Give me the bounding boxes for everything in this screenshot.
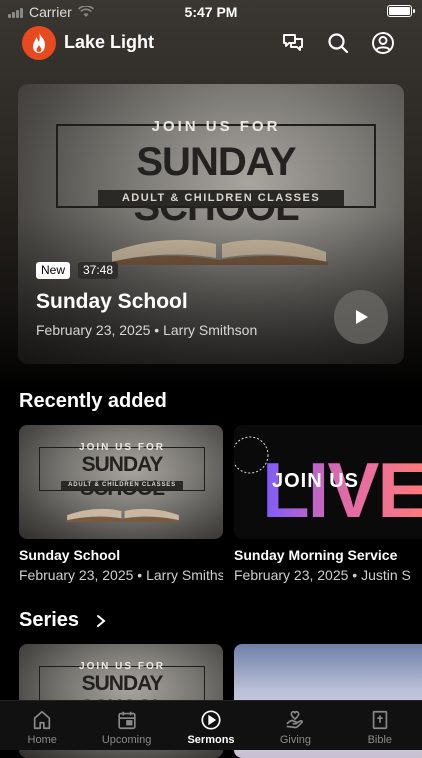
- status-bar: Carrier 5:47 PM: [0, 0, 422, 24]
- search-icon[interactable]: [326, 31, 350, 55]
- tab-label: Upcoming: [101, 734, 152, 746]
- calendar-icon: [117, 711, 136, 730]
- sermon-card-title: Sunday Morning Service: [234, 547, 398, 563]
- recently-added-title: Recently added: [19, 390, 167, 412]
- sermon-card-meta: February 23, 2025 • Larry Smithson: [19, 567, 223, 583]
- sermon-card-meta: February 23, 2025 • Justin S: [234, 567, 411, 583]
- sermon-card[interactable]: LIVE JOIN US Sunday Morning Service Febr…: [234, 425, 422, 583]
- tab-home[interactable]: Home: [0, 701, 84, 750]
- battery-icon: [387, 5, 415, 17]
- tab-label: Giving: [279, 734, 312, 746]
- chat-icon[interactable]: [281, 31, 305, 55]
- play-circle-icon: [201, 710, 221, 730]
- duration-badge: 37:48: [78, 262, 119, 279]
- live-poster-art: LIVE JOIN US: [234, 436, 422, 534]
- giving-hand-icon: [286, 710, 304, 729]
- tab-bible[interactable]: Bible: [338, 701, 422, 750]
- tab-label: Bible: [367, 734, 393, 746]
- tab-upcoming[interactable]: Upcoming: [84, 701, 168, 750]
- poster-line1: JOIN US FOR: [151, 118, 281, 135]
- bottom-tab-bar: Home Upcoming Sermons Giving Bible: [0, 700, 422, 750]
- sermon-card-title: Sunday School: [19, 547, 121, 563]
- poster-subtitle: ADULT & CHILDREN CLASSES: [98, 190, 344, 206]
- app-logo[interactable]: [22, 26, 56, 60]
- featured-sermon-card[interactable]: JOIN US FOR SUNDAY SCHOOL ADULT & CHILDR…: [18, 84, 404, 364]
- tab-label: Sermons: [187, 734, 235, 746]
- chevron-right-icon[interactable]: [94, 614, 108, 628]
- flame-icon: [33, 33, 45, 53]
- sermon-card[interactable]: JOIN US FOR SUNDAY SCHOOL ADULT & CHILDR…: [19, 425, 223, 583]
- live-overlay-text: JOIN US: [272, 470, 359, 492]
- play-icon: [356, 310, 368, 324]
- tab-label: Home: [27, 734, 57, 746]
- tab-sermons[interactable]: Sermons: [169, 701, 253, 750]
- hero-meta: February 23, 2025 • Larry Smithson: [36, 322, 258, 338]
- sermon-thumbnail: LIVE JOIN US: [234, 425, 422, 539]
- account-icon[interactable]: [371, 31, 395, 55]
- hero-title: Sunday School: [36, 290, 188, 313]
- app-header: Lake Light: [0, 24, 422, 64]
- new-badge: New: [36, 262, 71, 279]
- tab-giving[interactable]: Giving: [253, 701, 337, 750]
- bible-icon: [372, 710, 388, 730]
- app-title: Lake Light: [64, 32, 155, 52]
- sermon-thumbnail: JOIN US FOR SUNDAY SCHOOL ADULT & CHILDR…: [19, 425, 223, 539]
- status-time: 5:47 PM: [184, 4, 238, 20]
- play-button[interactable]: [334, 290, 388, 344]
- hero-shade: [18, 214, 404, 364]
- home-icon: [34, 710, 51, 730]
- series-title[interactable]: Series: [19, 609, 79, 632]
